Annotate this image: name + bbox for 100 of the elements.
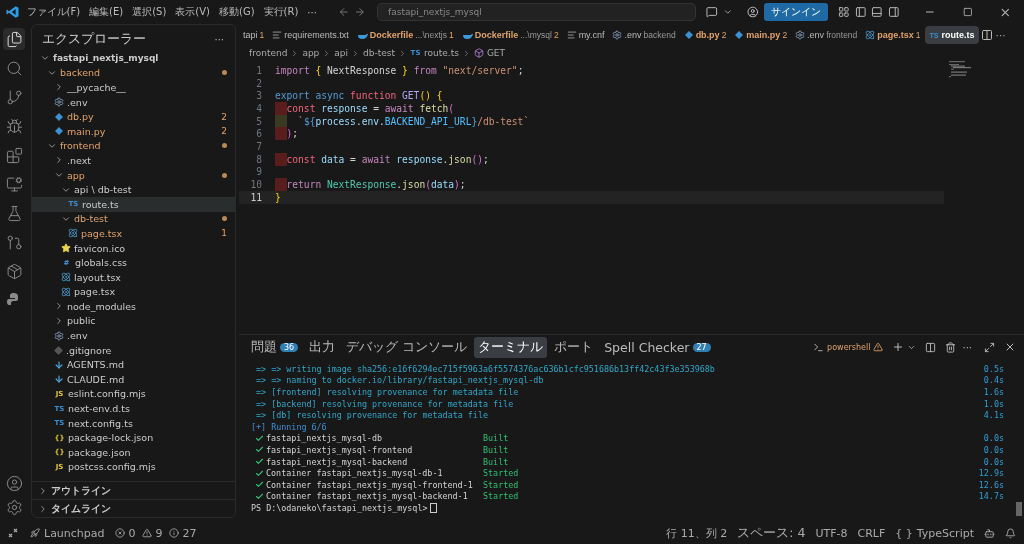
editor-tab[interactable]: Dockerfile ...\nextjs 1 — [352, 26, 458, 44]
notifications-icon[interactable] — [1005, 527, 1016, 539]
panel-tab[interactable]: Spell Checker 27 — [600, 337, 715, 357]
chevron-right-icon[interactable] — [38, 485, 48, 496]
duration: 0.0s — [983, 444, 1005, 455]
more-button[interactable]: ··· — [211, 34, 227, 45]
panel-tab[interactable]: デバッグ コンソール — [342, 336, 472, 358]
folder-item[interactable]: frontend — [32, 138, 235, 154]
sign-in-button[interactable]: サインイン — [763, 3, 828, 21]
menu-item[interactable]: 選択(S) — [130, 5, 169, 19]
warning-count[interactable]: 9 — [155, 526, 163, 540]
folder-item[interactable]: __pycache__ — [32, 80, 235, 95]
chat-icon[interactable] — [706, 6, 718, 18]
editor-tab[interactable]: .env frontend — [791, 26, 862, 44]
editor-tab[interactable]: my.cnf — [562, 26, 609, 44]
editor-tab[interactable]: page.tsx 1 — [861, 26, 925, 44]
file-item[interactable]: favicon.ico — [32, 240, 235, 256]
breadcrumb-item[interactable]: app — [302, 48, 320, 58]
menu-item[interactable]: 実行(R) — [261, 5, 301, 19]
breadcrumb-item[interactable]: db-test — [363, 48, 396, 58]
duration: 12.6s — [978, 479, 1005, 490]
cursor-position[interactable]: 行 11、列 2 — [666, 525, 728, 541]
file-item[interactable]: AGENTS.md — [32, 357, 235, 373]
folder-item[interactable]: api \ db-test — [32, 182, 235, 197]
chevron-down-icon[interactable] — [722, 7, 733, 17]
account-icon[interactable] — [747, 6, 759, 18]
file-item[interactable]: main.py 2 — [32, 123, 235, 139]
encoding-item[interactable]: UTF-8 — [815, 526, 848, 540]
shell-name[interactable]: powershell — [827, 342, 871, 352]
file-item[interactable]: layout.tsx — [32, 269, 235, 285]
breadcrumb-item[interactable]: route.ts — [424, 48, 459, 58]
folder-item[interactable]: node_modules — [32, 299, 235, 314]
file-item[interactable]: .env — [32, 328, 235, 343]
files-icon[interactable] — [3, 28, 25, 50]
copilot-icon[interactable] — [984, 527, 995, 539]
panel-toggle-icon[interactable] — [871, 6, 883, 18]
file-item[interactable]: .env — [32, 94, 235, 110]
file-item[interactable]: page.tsx 1 — [32, 226, 235, 241]
folder-item[interactable]: backend — [32, 65, 235, 81]
info-icon[interactable] — [168, 528, 179, 538]
panel-tab[interactable]: 問題 36 — [247, 336, 303, 358]
file-item[interactable]: db.py 2 — [32, 109, 235, 124]
panel-tab[interactable]: ポート — [550, 336, 598, 358]
forward-icon[interactable] — [354, 6, 367, 18]
sidebar-toggle-icon[interactable] — [854, 6, 867, 18]
more-button[interactable]: ··· — [959, 341, 975, 353]
layout-icon[interactable] — [837, 6, 850, 18]
indentation-item[interactable]: スペース: 4 — [737, 524, 806, 542]
error-count[interactable]: 0 — [128, 526, 136, 540]
duration: 14.7s — [978, 491, 1005, 502]
close-icon[interactable] — [1004, 341, 1016, 353]
file-item[interactable]: .gitignore — [32, 342, 235, 358]
editor-tab[interactable]: Dockerfile ...\mysql 2 — [457, 26, 563, 44]
menu-item[interactable]: 表示(V) — [173, 5, 212, 19]
panel-tab[interactable]: ターミナル — [474, 336, 548, 358]
scrollbar-thumb[interactable] — [1016, 502, 1022, 516]
menu-item[interactable]: ··· — [305, 6, 319, 18]
search-field[interactable]: fastapi_nextjs_mysql — [377, 3, 697, 21]
folder-item[interactable]: .next — [32, 153, 235, 168]
menu-item[interactable]: 移動(G) — [217, 5, 257, 19]
problem-count: 1 — [915, 30, 921, 40]
split-editor-icon[interactable] — [980, 29, 993, 41]
folder-item[interactable]: app — [32, 167, 235, 183]
line-ending-item[interactable]: CRLF — [857, 526, 886, 540]
file-item[interactable]: page.tsx — [32, 284, 235, 300]
maximize-icon[interactable] — [962, 7, 973, 17]
language-item[interactable]: TypeScript — [916, 526, 974, 540]
editor-tab[interactable]: .env backend — [608, 26, 680, 44]
editor-tab[interactable]: main.py 2 — [730, 26, 792, 44]
breadcrumb-item[interactable]: GET — [486, 48, 506, 58]
secondary-sidebar-icon[interactable] — [887, 6, 900, 18]
account-icon[interactable] — [5, 475, 23, 492]
add-icon[interactable] — [892, 341, 905, 353]
language-icon[interactable]: { } — [895, 526, 913, 540]
chevron-right-icon[interactable] — [38, 503, 48, 514]
folder-item[interactable]: db-test — [32, 211, 235, 227]
editor-tab[interactable]: requirements.txt — [268, 26, 353, 44]
breadcrumb-item[interactable]: api — [334, 48, 349, 58]
launchpad-item[interactable]: Launchpad — [44, 526, 105, 540]
section-header[interactable]: タイムライン — [51, 501, 111, 516]
error-icon[interactable] — [114, 528, 125, 538]
menu-item[interactable]: ファイル(F) — [24, 5, 83, 19]
info-count[interactable]: 27 — [182, 526, 197, 540]
trash-icon[interactable] — [945, 341, 957, 353]
settings-icon[interactable] — [5, 499, 23, 516]
back-icon[interactable] — [337, 6, 350, 18]
menu-item[interactable]: 編集(E) — [87, 5, 126, 19]
panel-tab[interactable]: 出力 — [305, 336, 340, 358]
warning-icon[interactable] — [141, 528, 152, 538]
folder-item[interactable]: public — [32, 313, 235, 329]
breadcrumb-item[interactable]: frontend — [249, 48, 288, 58]
split-terminal-icon[interactable] — [925, 341, 937, 353]
editor-tab[interactable]: db.py 2 — [679, 26, 731, 44]
folder-item[interactable]: fastapi_nextjs_mysql — [32, 51, 235, 66]
more-button[interactable]: ··· — [992, 29, 1009, 41]
section-header[interactable]: アウトライン — [51, 483, 111, 498]
rocket-icon[interactable] — [30, 528, 40, 538]
maximize-panel-icon[interactable] — [984, 341, 995, 353]
editor-tab[interactable]: tapi 1 — [239, 26, 269, 44]
file-item[interactable]: CLAUDE.md — [32, 372, 235, 387]
